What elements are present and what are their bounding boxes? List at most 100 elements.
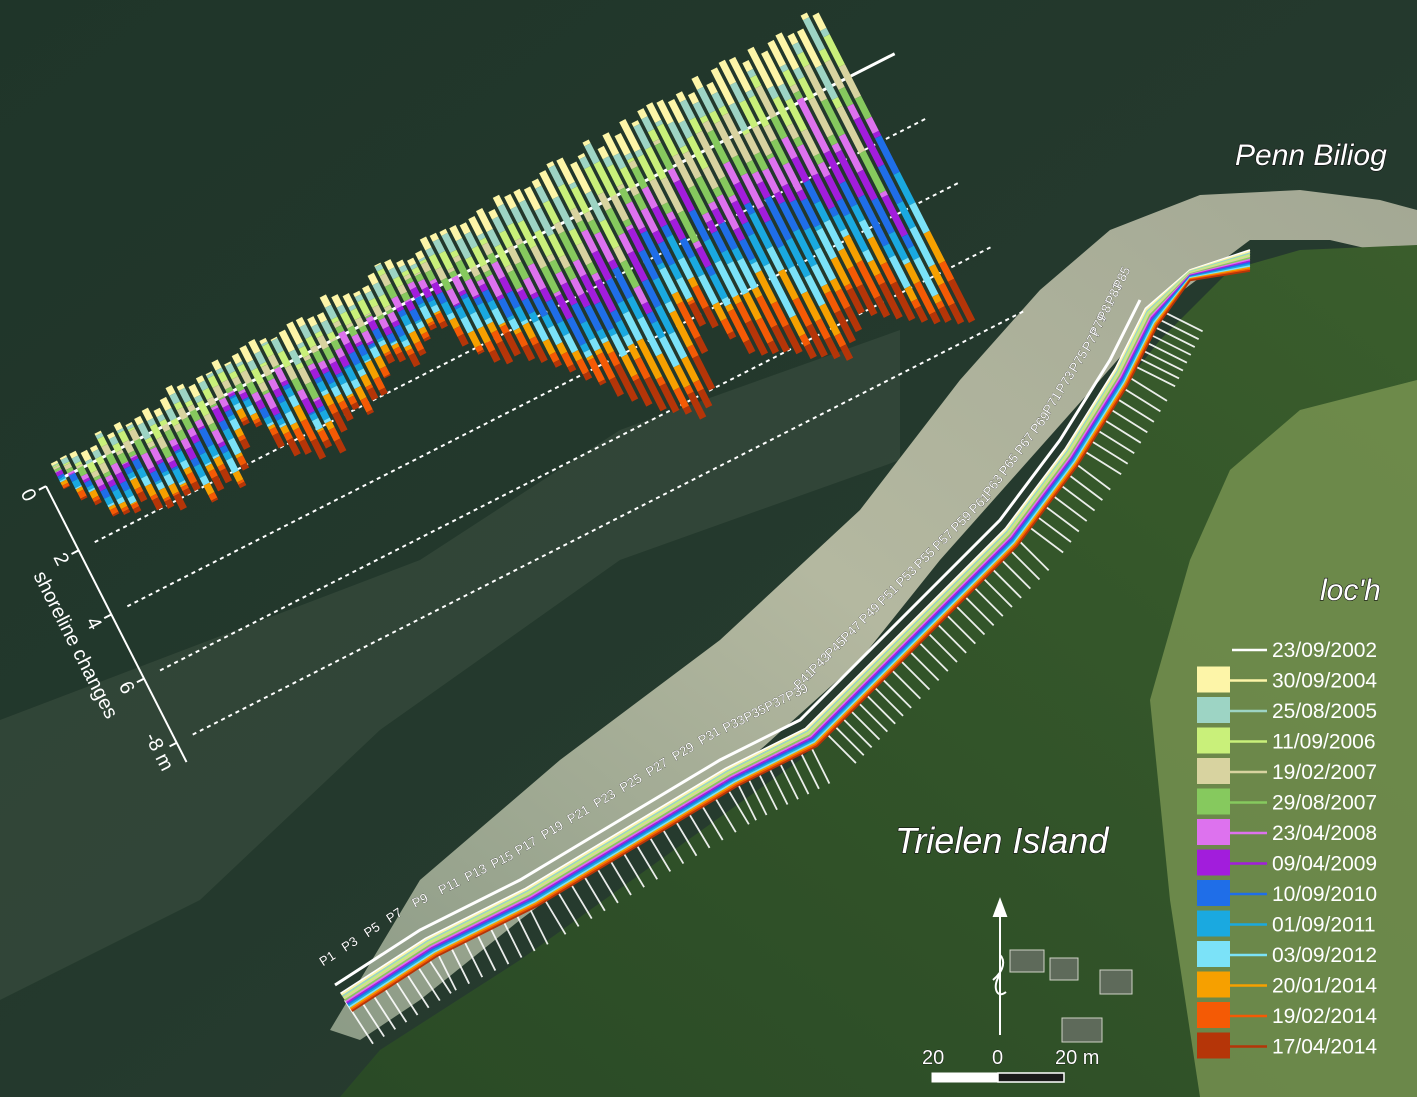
bar-segment bbox=[168, 482, 179, 495]
bar-segment bbox=[374, 262, 382, 267]
bar-segment bbox=[322, 439, 333, 449]
bar-segment bbox=[751, 286, 763, 299]
bar-segment bbox=[598, 379, 607, 386]
bar-segment bbox=[211, 497, 219, 503]
bar-segment bbox=[389, 339, 397, 344]
bar-segment bbox=[225, 386, 234, 394]
bar-segment bbox=[92, 495, 101, 503]
bar-segment bbox=[410, 286, 421, 299]
bar-segment bbox=[608, 259, 619, 270]
bar-segment bbox=[250, 412, 260, 422]
bar-segment bbox=[161, 446, 173, 459]
bar-segment bbox=[119, 480, 131, 492]
bar-segment bbox=[453, 326, 464, 337]
bar-segment bbox=[77, 489, 87, 499]
bar-segment bbox=[391, 320, 401, 328]
bar-segment bbox=[189, 408, 201, 423]
bar-segment bbox=[60, 457, 70, 465]
bar-segment bbox=[208, 468, 218, 479]
bar-segment bbox=[335, 372, 344, 378]
bar-segment bbox=[489, 349, 501, 363]
bar-segment bbox=[396, 259, 406, 268]
bar-segment bbox=[600, 336, 609, 344]
bar-segment bbox=[625, 224, 634, 231]
bar-segment bbox=[602, 156, 614, 168]
bar-segment bbox=[152, 497, 164, 511]
bar-segment bbox=[453, 302, 461, 308]
bar-segment bbox=[194, 418, 205, 429]
bar-segment bbox=[82, 477, 91, 483]
bar-segment bbox=[418, 326, 428, 335]
legend-label: 29/08/2007 bbox=[1272, 792, 1377, 815]
bar-segment bbox=[428, 299, 438, 308]
bar-segment bbox=[258, 381, 269, 393]
bar-segment bbox=[68, 472, 79, 482]
bar-segment bbox=[85, 458, 93, 465]
bar-segment bbox=[367, 319, 379, 332]
place-loch: loc'h bbox=[1320, 574, 1381, 607]
bar-segment bbox=[171, 465, 179, 472]
bar-segment bbox=[327, 403, 339, 415]
bar-segment bbox=[59, 477, 67, 483]
bar-segment bbox=[428, 323, 437, 331]
bar-segment bbox=[207, 375, 219, 389]
bar-segment bbox=[137, 491, 148, 503]
bar-segment bbox=[383, 374, 391, 379]
bar-segment bbox=[265, 373, 275, 382]
bar-segment bbox=[344, 342, 355, 355]
bar-segment bbox=[414, 318, 422, 325]
legend-label: 30/09/2004 bbox=[1272, 670, 1377, 693]
bar-segment bbox=[206, 396, 217, 407]
bar-segment bbox=[800, 12, 810, 21]
bar-segment bbox=[476, 278, 486, 287]
bar-segment bbox=[107, 502, 115, 508]
bar-segment bbox=[71, 478, 82, 489]
bar-segment bbox=[369, 346, 381, 359]
legend-label: 09/04/2009 bbox=[1272, 853, 1377, 876]
bar-segment bbox=[465, 256, 477, 269]
bar-segment bbox=[405, 323, 416, 334]
legend-swatch bbox=[1197, 758, 1230, 784]
bar-segment bbox=[793, 136, 804, 148]
bar-segment bbox=[158, 487, 170, 500]
bar-segment bbox=[378, 317, 390, 330]
bar-segment bbox=[71, 455, 81, 465]
bar-segment bbox=[671, 291, 683, 305]
bar-segment bbox=[311, 417, 323, 431]
bar-segment bbox=[378, 339, 387, 348]
bar-segment bbox=[113, 421, 123, 432]
bar-segment bbox=[237, 434, 247, 442]
bar-segment bbox=[174, 448, 182, 454]
bar-segment bbox=[176, 383, 185, 391]
bar-segment bbox=[309, 412, 319, 422]
bar-segment bbox=[360, 373, 372, 388]
bar-segment bbox=[419, 258, 427, 265]
bar-segment bbox=[199, 474, 210, 486]
bar-segment bbox=[390, 340, 398, 346]
bar-segment bbox=[610, 309, 622, 323]
bar-segment bbox=[417, 348, 427, 357]
bar-segment bbox=[553, 290, 562, 298]
place-penn-biliog: Penn Biliog bbox=[1235, 139, 1387, 172]
bar-segment bbox=[89, 489, 99, 499]
bar-segment bbox=[901, 257, 911, 266]
bar-segment bbox=[217, 371, 228, 383]
bar-segment bbox=[168, 460, 178, 469]
bar-segment bbox=[393, 346, 403, 355]
bar-segment bbox=[746, 68, 757, 79]
bar-segment bbox=[742, 128, 751, 136]
bar-segment bbox=[361, 353, 371, 362]
bar-segment bbox=[313, 398, 324, 409]
bar-segment bbox=[208, 422, 218, 433]
bar-segment bbox=[398, 334, 408, 343]
bar-segment bbox=[702, 212, 713, 223]
bar-segment bbox=[721, 296, 732, 307]
bar-segment bbox=[622, 334, 634, 347]
bar-segment bbox=[282, 383, 291, 391]
bar-segment bbox=[829, 278, 842, 292]
bar-segment bbox=[127, 426, 136, 432]
bar-segment bbox=[227, 391, 236, 398]
bar-segment bbox=[112, 488, 123, 500]
bar-segment bbox=[396, 305, 405, 313]
bar-segment bbox=[104, 495, 114, 506]
